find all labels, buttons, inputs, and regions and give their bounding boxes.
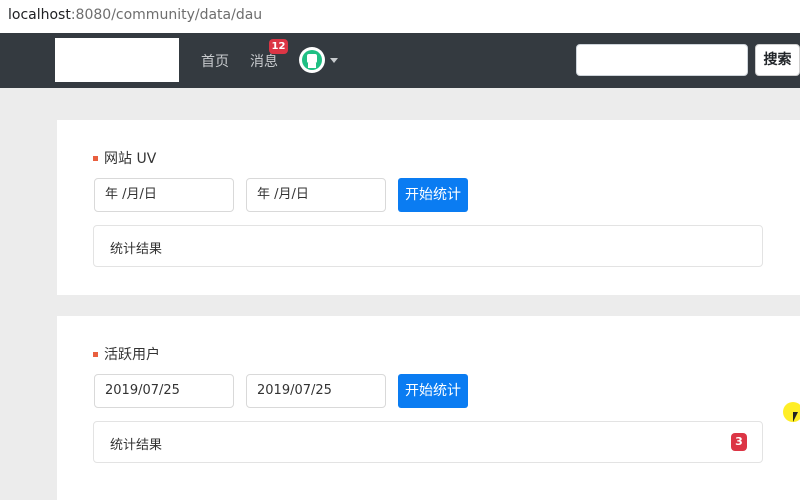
uv-result-box: 统计结果: [93, 225, 763, 267]
title-marker-icon: [93, 155, 98, 161]
title-marker-icon: [93, 351, 98, 357]
url-path: :8080/community/data/dau: [70, 7, 263, 23]
dau-start-date-input[interactable]: 2019/07/25: [94, 374, 234, 408]
search-input[interactable]: [576, 44, 748, 76]
address-bar[interactable]: localhost:8080/community/data/dau: [0, 0, 800, 33]
site-logo[interactable]: [55, 38, 179, 82]
uv-title: 网站 UV: [93, 148, 156, 168]
dau-card: 活跃用户 2019/07/25 2019/07/25 开始统计 统计结果 3: [57, 316, 800, 500]
dau-start-button[interactable]: 开始统计: [398, 374, 468, 408]
dau-result-label: 统计结果: [110, 438, 163, 453]
uv-end-date-input[interactable]: 年 /月/日: [246, 178, 386, 212]
search-button[interactable]: 搜索: [755, 44, 800, 76]
uv-start-button[interactable]: 开始统计: [398, 178, 468, 212]
url-host: localhost: [8, 7, 71, 23]
dau-end-date-input[interactable]: 2019/07/25: [246, 374, 386, 408]
dau-result-badge: 3: [731, 433, 747, 451]
messages-count-badge: 12: [269, 39, 288, 54]
uv-card: 网站 UV 年 /月/日 年 /月/日 开始统计 统计结果: [57, 120, 800, 295]
mouse-pointer-icon: [793, 412, 798, 422]
user-menu-toggle[interactable]: [299, 46, 339, 74]
nav-home-link[interactable]: 首页: [201, 51, 229, 71]
uv-result-label: 统计结果: [110, 242, 163, 257]
nav-messages-link[interactable]: 消息: [250, 51, 278, 71]
chevron-down-icon: [330, 58, 338, 63]
dau-result-box: 统计结果 3: [93, 421, 763, 463]
dau-title: 活跃用户: [93, 344, 160, 364]
uv-start-date-input[interactable]: 年 /月/日: [94, 178, 234, 212]
avatar: [299, 47, 325, 73]
